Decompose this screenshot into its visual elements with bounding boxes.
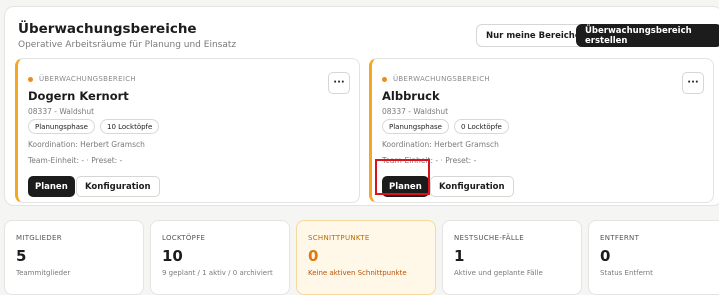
configuration-button[interactable]: Konfiguration bbox=[430, 176, 514, 197]
monitoring-areas-panel: Überwachungsbereiche Operative Arbeitsrä… bbox=[4, 6, 719, 206]
card-eyebrow: ÜBERWACHUNGSBEREICH bbox=[28, 75, 136, 83]
stat-label: SCHNITTPUNKTE bbox=[308, 234, 370, 242]
traps-tag: 0 Locktöpfe bbox=[453, 119, 509, 134]
stat-value: 0 bbox=[308, 247, 319, 265]
plan-button[interactable]: Planen bbox=[28, 176, 75, 197]
stat-label: ENTFERNT bbox=[600, 234, 640, 242]
card-tags: Planungsphase 0 Locktöpfe bbox=[382, 119, 509, 134]
stat-value: 10 bbox=[162, 247, 183, 265]
phase-tag: Planungsphase bbox=[382, 119, 449, 134]
stat-subtext: Status Entfernt bbox=[600, 269, 653, 277]
stat-label: NESTSUCHE-FÄLLE bbox=[454, 234, 524, 242]
phase-tag: Planungsphase bbox=[28, 119, 95, 134]
card-coordination: Koordination: Herbert Gramsch bbox=[382, 140, 499, 149]
page-subtitle: Operative Arbeitsräume für Planung und E… bbox=[18, 40, 237, 50]
stat-value: 1 bbox=[454, 247, 465, 265]
stat-subtext: Aktive und geplante Fälle bbox=[454, 269, 543, 277]
card-eyebrow: ÜBERWACHUNGSBEREICH bbox=[382, 75, 490, 83]
stat-card-members: MITGLIEDER 5 Teammitglieder bbox=[4, 220, 144, 295]
stat-subtext: 9 geplant / 1 aktiv / 0 archiviert bbox=[162, 269, 273, 277]
stat-subtext: Keine aktiven Schnittpunkte bbox=[308, 269, 407, 277]
stat-subtext: Teammitglieder bbox=[16, 269, 71, 277]
configuration-button[interactable]: Konfiguration bbox=[76, 176, 160, 197]
area-card-dogern: ÜBERWACHUNGSBEREICH ··· Dogern Kernort 0… bbox=[15, 58, 360, 203]
card-location: 08337 - Waldshut bbox=[28, 107, 95, 116]
page-title: Überwachungsbereiche bbox=[18, 21, 197, 37]
card-title: Albbruck bbox=[382, 89, 440, 103]
stat-card-nest-search: NESTSUCHE-FÄLLE 1 Aktive und geplante Fä… bbox=[442, 220, 582, 295]
card-eyebrow-label: ÜBERWACHUNGSBEREICH bbox=[393, 75, 490, 83]
traps-tag: 10 Locktöpfe bbox=[99, 119, 160, 134]
card-coordination: Koordination: Herbert Gramsch bbox=[28, 140, 145, 149]
card-tags: Planungsphase 10 Locktöpfe bbox=[28, 119, 160, 134]
more-options-button[interactable]: ··· bbox=[682, 72, 704, 94]
stat-value: 0 bbox=[600, 247, 611, 265]
stat-card-traps: LOCKTÖPFE 10 9 geplant / 1 aktiv / 0 arc… bbox=[150, 220, 290, 295]
card-title: Dogern Kernort bbox=[28, 89, 129, 103]
my-areas-filter-button[interactable]: Nur meine Bereiche bbox=[476, 24, 591, 47]
more-options-button[interactable]: ··· bbox=[328, 72, 350, 94]
status-dot-icon bbox=[28, 76, 33, 82]
highlight-box bbox=[375, 159, 430, 195]
create-area-button[interactable]: Überwachungsbereich erstellen bbox=[576, 24, 719, 47]
status-dot-icon bbox=[382, 76, 387, 82]
card-team: Team-Einheit: - · Preset: - bbox=[28, 156, 123, 165]
stat-label: MITGLIEDER bbox=[16, 234, 62, 242]
stat-card-removed: ENTFERNT 0 Status Entfernt bbox=[588, 220, 719, 295]
card-location: 08337 - Waldshut bbox=[382, 107, 449, 116]
stat-card-intersections: SCHNITTPUNKTE 0 Keine aktiven Schnittpun… bbox=[296, 220, 436, 295]
stat-value: 5 bbox=[16, 247, 27, 265]
stat-label: LOCKTÖPFE bbox=[162, 234, 206, 242]
card-eyebrow-label: ÜBERWACHUNGSBEREICH bbox=[39, 75, 136, 83]
